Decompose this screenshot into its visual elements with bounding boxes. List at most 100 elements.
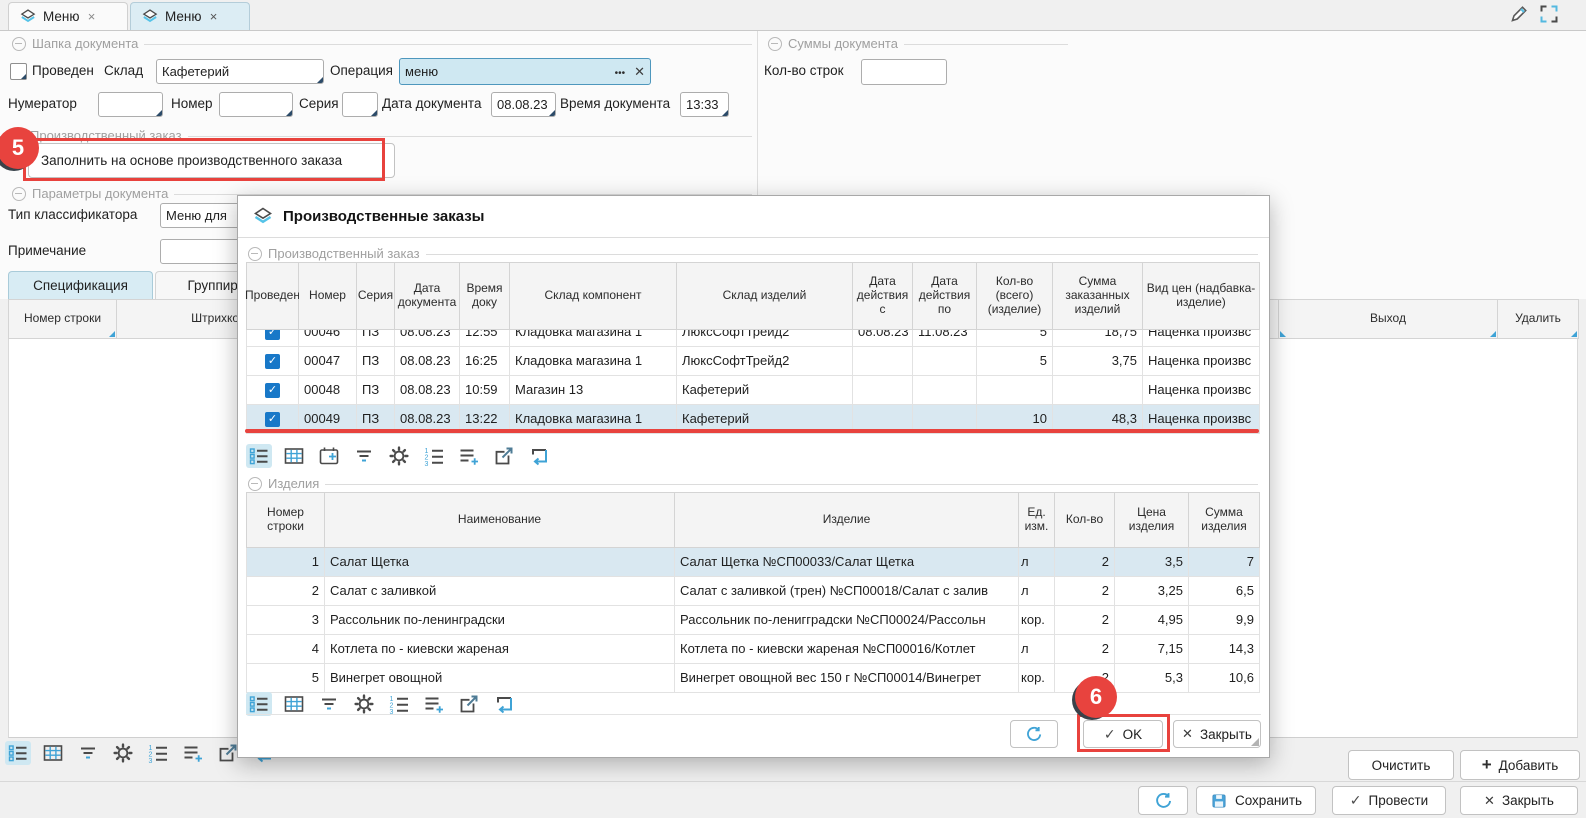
post-button[interactable]: Провести	[1332, 786, 1446, 815]
doc-date-field[interactable]: 08.08.23	[491, 92, 556, 117]
orders-column-header[interactable]: Дата действия по	[913, 263, 977, 330]
orders-column-header[interactable]: Склад компонент	[510, 263, 677, 330]
order-row[interactable]: 00046 ПЗ 08.08.23 12:55 Кладовка магазин…	[247, 330, 1260, 347]
seriya-label: Серия	[299, 96, 339, 111]
products-column-header[interactable]: Сумма изделия	[1189, 493, 1260, 548]
add-list-icon[interactable]	[456, 444, 482, 468]
settings-gear-icon[interactable]	[110, 741, 136, 765]
layers-icon	[19, 8, 37, 26]
export-icon[interactable]	[491, 444, 517, 468]
section-products: Изделия	[248, 476, 1258, 491]
tab-close-icon[interactable]	[208, 9, 220, 24]
products-column-header[interactable]: Кол-во	[1055, 493, 1115, 548]
tab-label: Меню	[165, 9, 202, 24]
orders-column-header[interactable]: Серия	[357, 263, 395, 330]
add-button[interactable]: Добавить	[1460, 750, 1580, 780]
operaciya-field[interactable]: меню	[399, 58, 651, 85]
posted-checkbox[interactable]	[265, 383, 280, 398]
nomer-field[interactable]	[219, 92, 293, 117]
numbered-list-icon[interactable]	[145, 741, 171, 765]
doc-time-field[interactable]: 13:33	[680, 92, 729, 117]
collapse-icon[interactable]	[768, 37, 782, 51]
filter-icon[interactable]	[351, 444, 377, 468]
grid-view-icon[interactable]	[281, 444, 307, 468]
order-row[interactable]: 00047 ПЗ 08.08.23 16:25 Кладовка магазин…	[247, 347, 1260, 376]
posted-checkbox[interactable]	[265, 412, 280, 427]
close-button[interactable]: Закрыть	[1460, 786, 1578, 815]
tab-menu-2[interactable]: Меню	[130, 2, 250, 30]
collapse-icon[interactable]	[248, 247, 262, 261]
dialog-close-button[interactable]: Закрыть	[1173, 720, 1261, 748]
layers-icon	[252, 206, 274, 228]
save-button[interactable]: Сохранить	[1196, 786, 1316, 815]
export-icon[interactable]	[456, 692, 482, 716]
orders-column-header[interactable]: Сумма заказанных изделий	[1053, 263, 1143, 330]
orders-column-header[interactable]: Дата действия с	[853, 263, 913, 330]
col-udalit[interactable]: Удалить	[1498, 300, 1579, 339]
collapse-icon[interactable]	[248, 477, 262, 491]
add-list-icon[interactable]	[421, 692, 447, 716]
sklad-field[interactable]: Кафетерий	[156, 59, 324, 84]
list-view-icon[interactable]	[246, 692, 272, 716]
tab-bar: Меню Меню	[0, 0, 1586, 31]
clear-button[interactable]: Очистить	[1348, 750, 1454, 780]
orders-column-header[interactable]: Время доку	[460, 263, 510, 330]
filter-icon[interactable]	[316, 692, 342, 716]
numbered-list-icon[interactable]	[421, 444, 447, 468]
order-row[interactable]: 00048 ПЗ 08.08.23 10:59 Магазин 13 Кафет…	[247, 376, 1260, 405]
product-row[interactable]: 3 Рассольник по-ленинградски Рассольник …	[247, 606, 1260, 635]
numerator-field[interactable]	[98, 92, 163, 117]
numbered-list-icon[interactable]	[386, 692, 412, 716]
list-view-icon[interactable]	[5, 741, 31, 765]
product-row[interactable]: 2 Салат с заливкой Салат с заливкой (тре…	[247, 577, 1260, 606]
lookup-dots-icon[interactable]	[615, 64, 626, 79]
orders-column-header[interactable]: Кол-во (всего) (изделие)	[977, 263, 1053, 330]
posted-checkbox[interactable]	[265, 354, 280, 369]
repeat-icon[interactable]	[526, 444, 552, 468]
collapse-icon[interactable]	[12, 187, 26, 201]
grid-view-icon[interactable]	[281, 692, 307, 716]
section-orders: Производственный заказ	[248, 246, 1258, 261]
posted-checkbox[interactable]	[265, 330, 280, 340]
x-icon	[1182, 726, 1193, 742]
main-grid-toolbar	[5, 741, 276, 765]
refresh-button[interactable]	[1138, 786, 1188, 815]
rows-count-field[interactable]	[861, 59, 947, 85]
products-column-header[interactable]: Изделие	[675, 493, 1019, 548]
tab-close-icon[interactable]	[86, 9, 98, 24]
products-column-header[interactable]: Номер строки	[247, 493, 325, 548]
products-column-header[interactable]: Ед. изм.	[1019, 493, 1055, 548]
clear-icon[interactable]	[634, 64, 645, 80]
orders-column-header[interactable]: Номер	[299, 263, 357, 330]
tab-specifikaciya[interactable]: Спецификация	[8, 271, 153, 299]
products-column-header[interactable]: Наименование	[325, 493, 675, 548]
seriya-field[interactable]	[342, 92, 378, 117]
annotation-underline-row	[245, 429, 1259, 433]
col-nomer-stroki[interactable]: Номер строки	[9, 300, 117, 339]
product-row[interactable]: 1 Салат Щетка Салат Щетка №СП00033/Салат…	[247, 548, 1260, 577]
add-list-icon[interactable]	[180, 741, 206, 765]
tab-menu-1[interactable]: Меню	[8, 2, 128, 30]
col-vyhod[interactable]: Выход	[1279, 300, 1498, 339]
fullscreen-icon[interactable]	[1538, 3, 1560, 25]
list-view-icon[interactable]	[246, 444, 272, 468]
filter-icon[interactable]	[75, 741, 101, 765]
dialog-refresh-button[interactable]	[1010, 720, 1058, 748]
collapse-icon[interactable]	[12, 37, 26, 51]
plus-icon	[1482, 755, 1492, 775]
note-label: Примечание	[8, 243, 86, 258]
settings-gear-icon[interactable]	[386, 444, 412, 468]
settings-gear-icon[interactable]	[351, 692, 377, 716]
edit-pencil-icon[interactable]	[1508, 3, 1530, 25]
calendar-icon[interactable]	[316, 444, 342, 468]
products-column-header[interactable]: Цена изделия	[1115, 493, 1189, 548]
orders-column-header[interactable]: Склад изделий	[677, 263, 853, 330]
grid-view-icon[interactable]	[40, 741, 66, 765]
tab-label: Меню	[43, 9, 80, 24]
orders-column-header[interactable]: Дата документа	[395, 263, 460, 330]
orders-column-header[interactable]: Вид цен (надбавка-изделие)	[1143, 263, 1260, 330]
repeat-icon[interactable]	[491, 692, 517, 716]
proveden-checkbox[interactable]	[10, 63, 27, 80]
orders-column-header[interactable]: Проведен	[247, 263, 299, 330]
product-row[interactable]: 4 Котлета по - киевски жареная Котлета п…	[247, 635, 1260, 664]
